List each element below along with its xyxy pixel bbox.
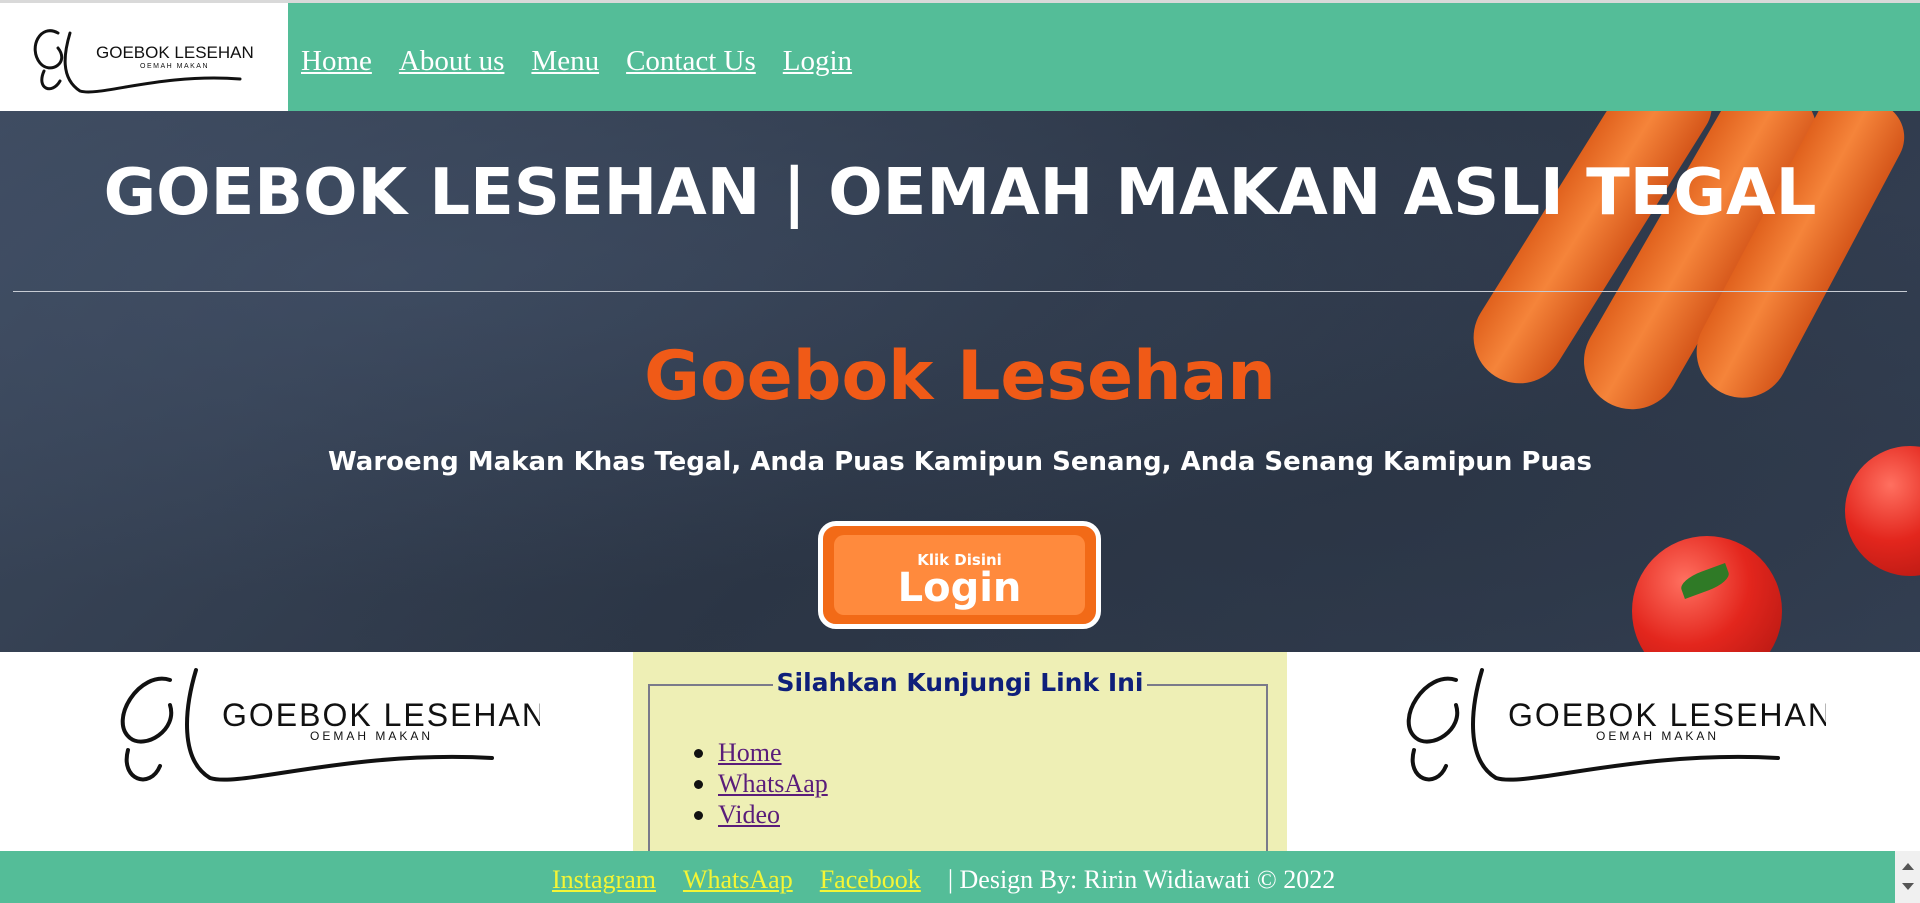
logo-sub-text: OEMAH MAKAN	[310, 729, 433, 743]
footer-link-instagram[interactable]: Instagram	[552, 865, 656, 895]
link-video[interactable]: Video	[718, 800, 780, 829]
page-scrollbar[interactable]	[1895, 851, 1920, 903]
goebok-lesehan-logo-icon: GOEBOK LESEHAN OEMAH MAKAN	[120, 668, 545, 782]
bullet-icon	[694, 811, 703, 820]
goebok-lesehan-logo-icon: GOEBOK LESEHAN OEMAH MAKAN	[1406, 668, 1831, 782]
hero-restaurant-name: Goebok Lesehan	[644, 337, 1276, 416]
logo-sub-text: OEMAH MAKAN	[1596, 729, 1719, 743]
footer-link-whatsapp[interactable]: WhatsAap	[683, 865, 793, 895]
scroll-down-icon[interactable]	[1902, 883, 1914, 890]
login-button-big-text: Login	[897, 565, 1022, 611]
nav-link-home[interactable]: Home	[301, 45, 372, 78]
list-item: Video	[694, 800, 828, 831]
hero-title: GOEBOK LESEHAN | OEMAH MAKAN ASLI TEGAL	[103, 156, 1817, 230]
bullet-icon	[694, 749, 703, 758]
scroll-up-icon[interactable]	[1902, 863, 1914, 870]
footer-bar: Instagram WhatsAap Facebook | Design By:…	[0, 851, 1895, 903]
hero-tagline: Waroeng Makan Khas Tegal, Anda Puas Kami…	[328, 447, 1592, 477]
list-item: Home	[694, 738, 828, 769]
nav-link-menu[interactable]: Menu	[531, 45, 599, 78]
footer-logo-right: GOEBOK LESEHAN OEMAH MAKAN	[1386, 660, 1831, 800]
tomato-image	[1632, 536, 1782, 652]
links-list: Home WhatsAap Video	[694, 738, 828, 831]
footer-credit: | Design By: Ririn Widiawati © 2022	[947, 865, 1336, 894]
logo-sub-text: OEMAH MAKAN	[140, 63, 209, 70]
login-button-face: Klik Disini Login	[834, 535, 1085, 615]
logo-name-text: GOEBOK LESEHAN	[96, 43, 254, 62]
footer-logo-left: GOEBOK LESEHAN OEMAH MAKAN	[100, 660, 545, 800]
list-item: WhatsAap	[694, 769, 828, 800]
goebok-lesehan-logo-icon: GOEBOK LESEHAN OEMAH MAKAN	[33, 29, 254, 94]
links-panel: Silahkan Kunjungi Link Ini Home WhatsAap…	[633, 652, 1287, 854]
footer-link-facebook[interactable]: Facebook	[820, 865, 921, 895]
navbar: GOEBOK LESEHAN OEMAH MAKAN Home About us…	[0, 3, 1920, 111]
nav-link-contact-us[interactable]: Contact Us	[626, 45, 756, 78]
bullet-icon	[694, 780, 703, 789]
logo-name-text: GOEBOK LESEHAN	[222, 697, 540, 733]
hero-divider	[13, 291, 1907, 292]
links-legend: Silahkan Kunjungi Link Ini	[633, 668, 1287, 697]
link-whatsapp[interactable]: WhatsAap	[718, 769, 828, 798]
nav-links: Home About us Menu Contact Us Login	[301, 45, 852, 78]
nav-link-about-us[interactable]: About us	[399, 45, 505, 78]
nav-logo[interactable]: GOEBOK LESEHAN OEMAH MAKAN	[0, 3, 288, 111]
hero-login-button[interactable]: Klik Disini Login	[818, 521, 1101, 629]
nav-link-login[interactable]: Login	[783, 45, 852, 78]
hero-banner: GOEBOK LESEHAN | OEMAH MAKAN ASLI TEGAL …	[0, 111, 1920, 652]
logo-name-text: GOEBOK LESEHAN	[1508, 697, 1826, 733]
footer-content: Instagram WhatsAap Facebook | Design By:…	[552, 865, 1335, 895]
link-home[interactable]: Home	[718, 738, 782, 767]
links-legend-text: Silahkan Kunjungi Link Ini	[772, 668, 1148, 697]
